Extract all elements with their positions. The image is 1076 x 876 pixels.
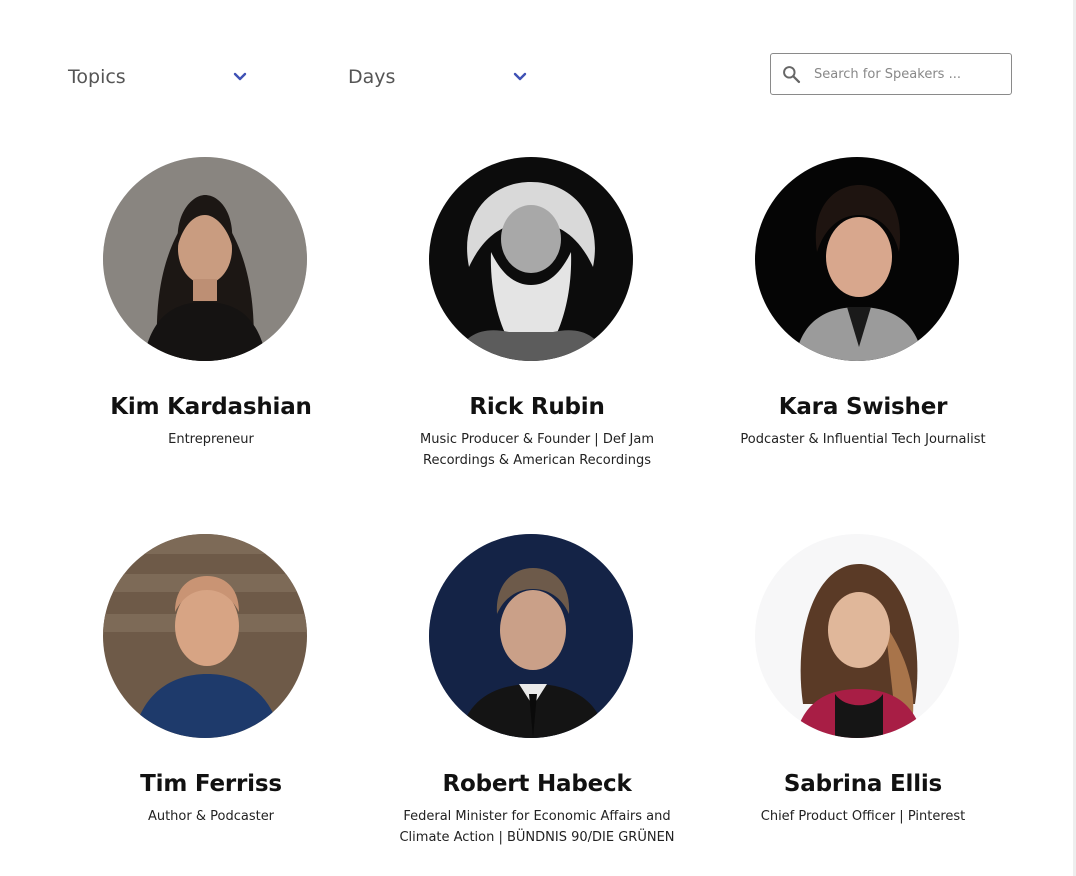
chevron-down-icon — [513, 72, 527, 81]
speaker-role: Entrepreneur — [168, 432, 254, 447]
speaker-photo[interactable] — [429, 157, 633, 361]
speaker-role: Podcaster & Influential Tech Journalist — [740, 432, 986, 447]
speaker-name[interactable]: Rick Rubin — [387, 391, 687, 423]
speaker-card[interactable]: Tim Ferriss Author & Podcaster — [61, 534, 361, 827]
speaker-card[interactable]: Kara Swisher Podcaster & Influential Tec… — [713, 157, 1013, 450]
speaker-photo[interactable] — [755, 534, 959, 738]
speaker-search-box[interactable] — [770, 53, 1012, 95]
speaker-search-input[interactable] — [812, 65, 996, 83]
topics-filter-dropdown[interactable]: Topics — [68, 60, 253, 94]
speaker-photo[interactable] — [755, 157, 959, 361]
days-filter-label: Days — [348, 66, 396, 88]
chevron-down-icon — [233, 72, 247, 81]
speaker-card[interactable]: Sabrina Ellis Chief Product Officer | Pi… — [713, 534, 1013, 827]
speaker-name[interactable]: Tim Ferriss — [61, 768, 361, 800]
topics-filter-label: Topics — [68, 66, 126, 88]
speaker-photo[interactable] — [429, 534, 633, 738]
days-filter-dropdown[interactable]: Days — [348, 60, 533, 94]
speaker-photo[interactable] — [103, 534, 307, 738]
speaker-card[interactable]: Rick Rubin Music Producer & Founder | De… — [387, 157, 687, 471]
speaker-role: Music Producer & Founder | Def Jam Recor… — [420, 432, 654, 468]
speaker-card[interactable]: Robert Habeck Federal Minister for Econo… — [387, 534, 687, 848]
speaker-name[interactable]: Sabrina Ellis — [713, 768, 1013, 800]
speaker-name[interactable]: Robert Habeck — [387, 768, 687, 800]
speaker-name[interactable]: Kim Kardashian — [61, 391, 361, 423]
speaker-role: Author & Podcaster — [147, 809, 275, 824]
speaker-role: Federal Minister for Economic Affairs an… — [399, 809, 675, 845]
speaker-name[interactable]: Kara Swisher — [713, 391, 1013, 423]
speaker-card[interactable]: Kim Kardashian Entrepreneur — [61, 157, 361, 450]
speaker-role: Chief Product Officer | Pinterest — [760, 809, 966, 824]
speaker-photo[interactable] — [103, 157, 307, 361]
search-icon — [783, 65, 801, 83]
